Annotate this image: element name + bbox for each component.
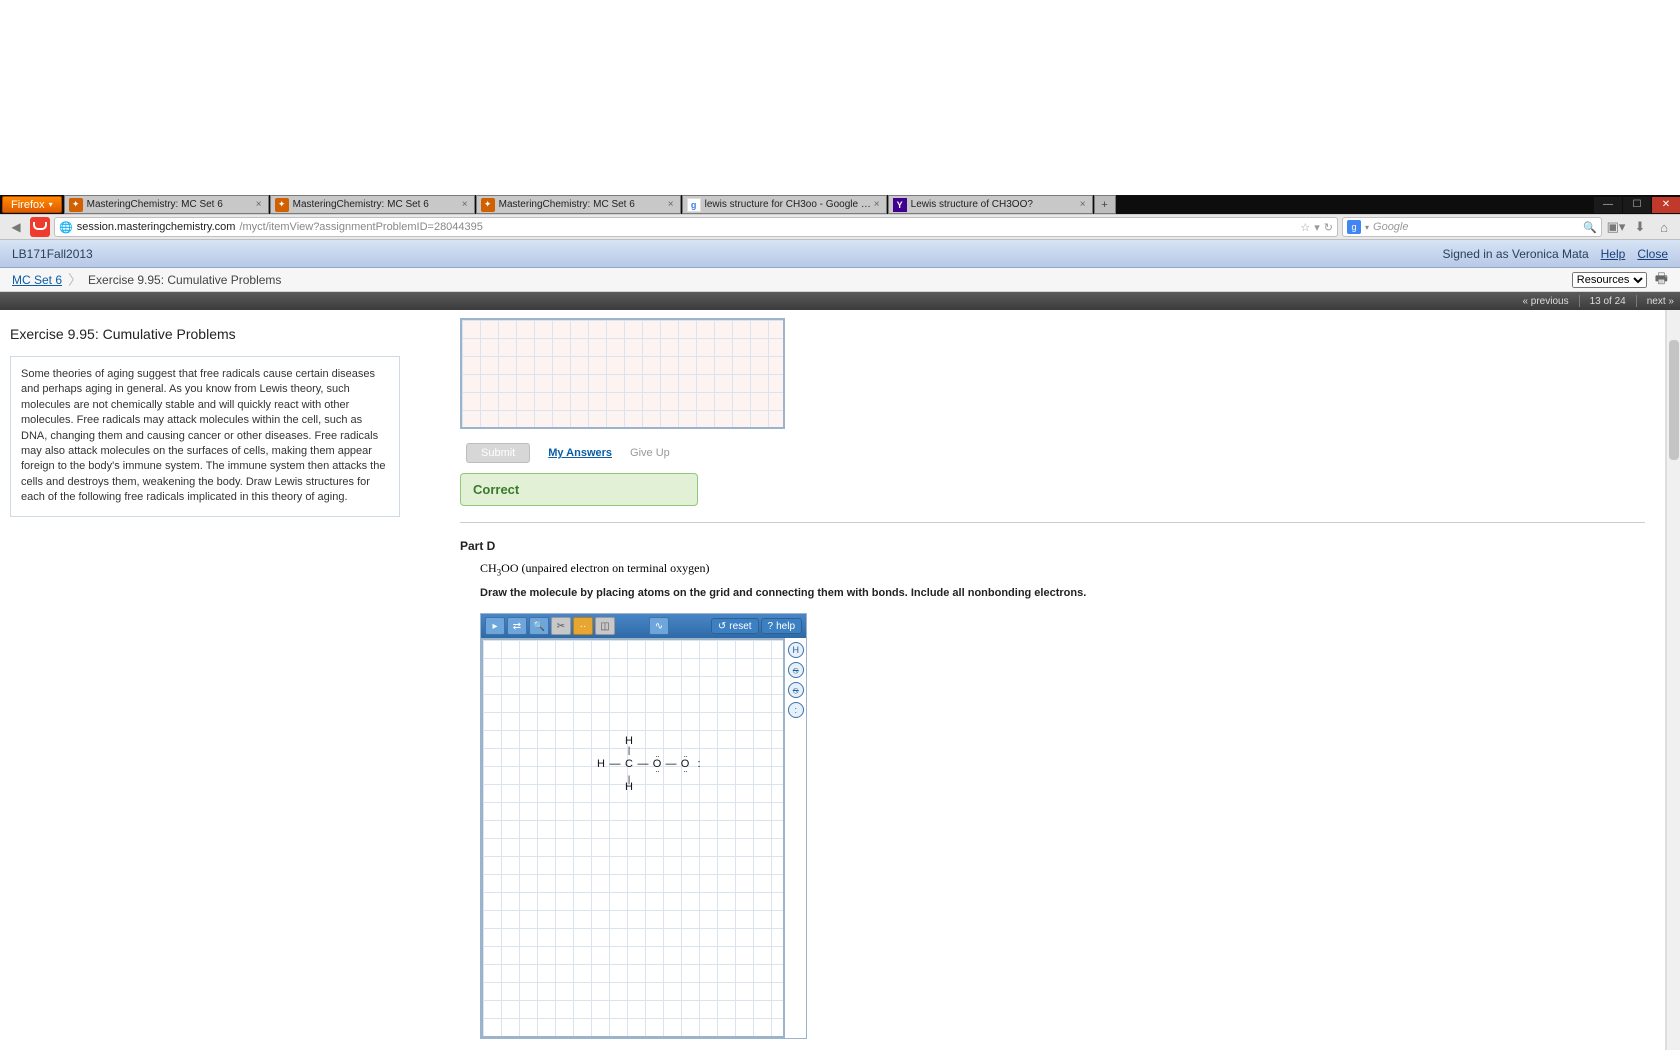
- chevron-down-icon[interactable]: ▾: [1314, 221, 1320, 234]
- drawing-grid[interactable]: H | H—C— O—O: | H: [481, 638, 785, 1038]
- element-disabled-button[interactable]: ⦸: [788, 682, 804, 698]
- signed-in-text: Signed in as Veronica Mata: [1443, 247, 1589, 261]
- favicon-yahoo-icon: Y: [893, 198, 907, 212]
- browser-tab[interactable]: ✦ MasteringChemistry: MC Set 6 ×: [270, 195, 475, 214]
- window-maximize-button[interactable]: ☐: [1623, 197, 1651, 213]
- browser-tab[interactable]: ✦ MasteringChemistry: MC Set 6 ×: [476, 195, 681, 214]
- part-heading: Part D: [460, 539, 1645, 553]
- url-path: /myct/itemView?assignmentProblemID=28044…: [239, 221, 482, 233]
- chevron-down-icon: ▾: [49, 200, 53, 209]
- tab-close-icon[interactable]: ×: [872, 199, 882, 210]
- tab-close-icon[interactable]: ×: [1078, 199, 1088, 210]
- element-disabled-button[interactable]: ⦸: [788, 662, 804, 678]
- bookmarks-dropdown-icon[interactable]: ▣▾: [1606, 219, 1626, 235]
- resources-select[interactable]: Resources: [1572, 272, 1647, 288]
- print-icon[interactable]: 🖶: [1655, 268, 1668, 292]
- window-close-button[interactable]: ✕: [1652, 197, 1680, 213]
- tab-title: lewis structure for CH3oo - Google Se...: [705, 199, 872, 210]
- tab-close-icon[interactable]: ×: [460, 199, 470, 210]
- new-tab-button[interactable]: +: [1094, 195, 1116, 214]
- bookmark-star-icon[interactable]: ☆: [1300, 221, 1310, 234]
- my-answers-link[interactable]: My Answers: [548, 447, 612, 459]
- browser-tabstrip: Firefox ▾ ✦ MasteringChemistry: MC Set 6…: [0, 195, 1680, 214]
- move-tool-icon[interactable]: ⇄: [507, 617, 527, 635]
- google-logo-icon: g: [1347, 220, 1361, 234]
- help-link[interactable]: Help: [1601, 247, 1626, 261]
- close-link[interactable]: Close: [1637, 247, 1668, 261]
- browser-tab[interactable]: g lewis structure for CH3oo - Google Se.…: [682, 195, 887, 214]
- tab-close-icon[interactable]: ×: [254, 199, 264, 210]
- drawing-panel: ▸ ⇄ 🔍 ✂ ·· ◫ ∿ ↺reset ?help H |: [480, 613, 807, 1039]
- electron-tool-icon[interactable]: ··: [573, 617, 593, 635]
- favicon-google-icon: g: [687, 198, 701, 212]
- submit-button[interactable]: Submit: [466, 443, 530, 463]
- correct-badge: Correct: [460, 473, 698, 506]
- home-icon[interactable]: ⌂: [1654, 220, 1674, 235]
- breadcrumb-separator-icon: 〉: [68, 270, 82, 290]
- favicon-mc-icon: ✦: [275, 198, 289, 212]
- globe-icon: 🌐: [59, 221, 73, 234]
- tab-title: MasteringChemistry: MC Set 6: [499, 199, 666, 210]
- url-host: session.masteringchemistry.com: [77, 221, 236, 233]
- zoom-tool-icon[interactable]: 🔍: [529, 617, 549, 635]
- lone-pair-button[interactable]: :: [788, 702, 804, 718]
- favicon-mc-icon: ✦: [69, 198, 83, 212]
- search-box[interactable]: g ▾ Google 🔍: [1342, 217, 1602, 237]
- exercise-description: Some theories of aging suggest that free…: [10, 356, 400, 517]
- eraser-tool-icon[interactable]: ◫: [595, 617, 615, 635]
- reset-button[interactable]: ↺reset: [711, 618, 759, 634]
- bond-tool-icon[interactable]: ∿: [649, 617, 669, 635]
- vertical-scrollbar[interactable]: [1666, 310, 1680, 1050]
- tab-title: Lewis structure of CH3OO?: [911, 199, 1078, 210]
- favicon-mc-icon: ✦: [481, 198, 495, 212]
- search-placeholder: Google: [1373, 221, 1408, 233]
- drawing-toolbar: ▸ ⇄ 🔍 ✂ ·· ◫ ∿ ↺reset ?help: [481, 614, 806, 638]
- browser-tab[interactable]: Y Lewis structure of CH3OO? ×: [888, 195, 1093, 214]
- breadcrumb-current: Exercise 9.95: Cumulative Problems: [88, 273, 281, 287]
- give-up-link[interactable]: Give Up: [630, 447, 670, 459]
- course-title: LB171Fall2013: [12, 247, 93, 261]
- tab-title: MasteringChemistry: MC Set 6: [87, 199, 254, 210]
- next-problem-link[interactable]: next »: [1647, 296, 1674, 307]
- problem-main: Submit My Answers Give Up Correct Part D…: [410, 310, 1666, 1050]
- section-divider: [460, 522, 1645, 523]
- problem-nav: « previous 13 of 24 next »: [0, 292, 1680, 310]
- firefox-menu-button[interactable]: Firefox ▾: [2, 196, 62, 213]
- breadcrumb-link[interactable]: MC Set 6: [12, 273, 62, 287]
- element-h-button[interactable]: H: [788, 642, 804, 658]
- pointer-tool-icon[interactable]: ▸: [485, 617, 505, 635]
- url-bar[interactable]: 🌐 session.masteringchemistry.com/myct/it…: [54, 217, 1338, 237]
- molecular-formula: CH3OO (unpaired electron on terminal oxy…: [480, 561, 1645, 577]
- element-palette: H ⦸ ⦸ :: [785, 638, 806, 1038]
- tab-title: MasteringChemistry: MC Set 6: [293, 199, 460, 210]
- back-button[interactable]: ◀: [6, 217, 26, 237]
- cut-tool-icon[interactable]: ✂: [551, 617, 571, 635]
- molecule-structure[interactable]: H | H—C— O—O: | H: [594, 736, 706, 793]
- scrollbar-thumb[interactable]: [1669, 340, 1679, 460]
- problem-sidebar: Exercise 9.95: Cumulative Problems Some …: [0, 310, 410, 1050]
- help-button[interactable]: ?help: [761, 618, 802, 634]
- breadcrumb: MC Set 6 〉 Exercise 9.95: Cumulative Pro…: [0, 268, 1680, 292]
- tab-close-icon[interactable]: ×: [666, 199, 676, 210]
- window-minimize-button[interactable]: —: [1594, 197, 1622, 213]
- instruction-text: Draw the molecule by placing atoms on th…: [480, 587, 1645, 599]
- browser-toolbar: ◀ 🌐 session.masteringchemistry.com/myct/…: [0, 214, 1680, 240]
- chevron-down-icon[interactable]: ▾: [1365, 223, 1369, 232]
- exercise-title: Exercise 9.95: Cumulative Problems: [10, 326, 400, 342]
- course-header: LB171Fall2013 Signed in as Veronica Mata…: [0, 240, 1680, 268]
- search-icon[interactable]: 🔍: [1583, 221, 1597, 234]
- downloads-icon[interactable]: ⬇: [1630, 219, 1650, 235]
- browser-tab[interactable]: ✦ MasteringChemistry: MC Set 6 ×: [64, 195, 269, 214]
- pocket-icon[interactable]: [30, 217, 50, 237]
- prev-problem-link[interactable]: « previous: [1522, 296, 1568, 307]
- problem-position: 13 of 24: [1590, 296, 1626, 307]
- firefox-menu-label: Firefox: [11, 199, 45, 211]
- reload-icon[interactable]: ↻: [1324, 221, 1333, 234]
- prev-drawing-grid[interactable]: [460, 318, 785, 429]
